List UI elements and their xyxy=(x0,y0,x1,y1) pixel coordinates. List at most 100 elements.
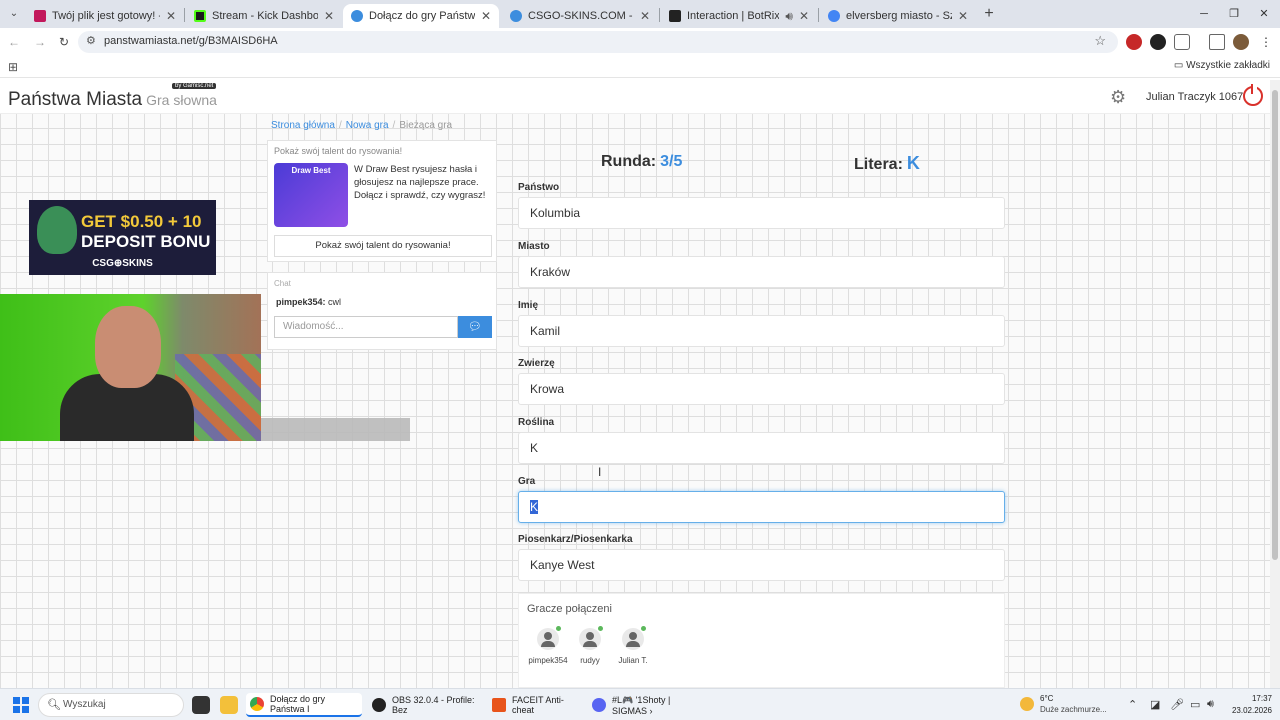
scrollbar-thumb[interactable] xyxy=(1272,90,1278,560)
chat-panel: Chat pimpek354: cwl Wiadomość... 💬︎ xyxy=(267,272,497,350)
user-name[interactable]: Julian Traczyk 1067 xyxy=(1146,91,1243,103)
task-view-icon[interactable] xyxy=(192,696,210,714)
minimize-icon[interactable]: ─ xyxy=(1196,6,1212,22)
taskbar-search[interactable]: 🔍︎ Wyszukaj xyxy=(38,693,184,717)
media-control-icon[interactable] xyxy=(1209,34,1225,50)
city-label: Miasto xyxy=(518,241,550,252)
close-window-icon[interactable]: ✕ xyxy=(1256,6,1272,22)
online-dot xyxy=(598,626,603,631)
extension-icon[interactable] xyxy=(1126,34,1142,50)
network-icon[interactable]: ▭ xyxy=(1190,698,1200,711)
brand-subtitle: Gra słowna xyxy=(146,92,217,108)
online-dot xyxy=(556,626,561,631)
weather-widget[interactable]: 6°C Duże zachmurze... xyxy=(1020,693,1120,717)
tab-divider xyxy=(659,8,660,22)
ad-character-image xyxy=(37,206,77,254)
chat-send-icon[interactable]: 💬︎ xyxy=(458,316,492,338)
game-field-selection: K xyxy=(530,500,539,514)
brand-title: Państwa Miasta xyxy=(8,89,143,110)
system-clock[interactable]: 17:37 23.02.2026 xyxy=(1228,693,1272,717)
taskbar-faceit[interactable]: FACEIT Anti-cheat xyxy=(488,693,584,717)
promo-text: W Draw Best rysujesz hasła i głosujesz n… xyxy=(354,164,486,201)
close-tab-icon[interactable]: ✕ xyxy=(481,9,491,23)
kick-favicon-icon xyxy=(194,10,206,22)
breadcrumb-new-game[interactable]: Nowa gra xyxy=(346,120,389,131)
tab-title: Dołącz do gry Państwa Miasta xyxy=(369,10,475,22)
tab-search-icon[interactable]: ⌄ xyxy=(6,6,22,22)
bookmark-star-icon[interactable]: ☆ xyxy=(1094,33,1106,49)
close-tab-icon[interactable]: ✕ xyxy=(799,9,809,23)
thumb-label: Draw Best xyxy=(291,166,331,175)
speaker-icon[interactable]: 🔊︎ xyxy=(785,9,793,24)
animal-field[interactable]: Krowa xyxy=(518,373,1005,405)
round-value: 3/5 xyxy=(660,153,683,170)
browser-menu-icon[interactable]: ⋮ xyxy=(1258,34,1274,50)
tab-botrix[interactable]: Interaction | BotRix — Clou 🔊︎ ✕ xyxy=(661,4,817,28)
site-logo[interactable]: Państwa Miasta Gra słowna xyxy=(8,89,217,111)
windows-taskbar: 🔍︎ Wyszukaj Dołącz do gry Państwa I OBS … xyxy=(0,688,1280,720)
user-avatar-icon xyxy=(622,626,646,650)
logout-power-icon[interactable] xyxy=(1243,84,1263,106)
draw-best-thumbnail[interactable]: Draw Best xyxy=(274,163,348,227)
country-field[interactable]: Kolumbia xyxy=(518,197,1005,229)
user-avatar-icon xyxy=(579,626,603,650)
tab-csgo-skins[interactable]: CSGO-SKINS.COM - Najlepsze ✕ xyxy=(502,4,658,28)
name-field[interactable]: Kamil xyxy=(518,315,1005,347)
city-field[interactable]: Kraków xyxy=(518,256,1005,288)
search-placeholder: Wyszukaj xyxy=(63,699,106,710)
game-field[interactable]: K xyxy=(518,491,1005,523)
close-tab-icon[interactable]: ✕ xyxy=(324,9,334,23)
forward-icon[interactable]: → xyxy=(32,34,48,50)
breadcrumb-current: Bieżąca gra xyxy=(399,120,453,131)
reload-icon[interactable]: ↻ xyxy=(56,34,72,50)
close-tab-icon[interactable]: ✕ xyxy=(640,9,650,23)
all-bookmarks-button[interactable]: ▭ Wszystkie zakładki xyxy=(1174,60,1270,71)
settings-gear-icon[interactable]: ⚙︎ xyxy=(1110,87,1126,108)
site-info-icon[interactable]: ⚙︎ xyxy=(86,34,96,47)
taskbar-chrome[interactable]: Dołącz do gry Państwa I xyxy=(246,693,362,717)
tray-chevron-icon[interactable]: ⌃ xyxy=(1128,698,1137,711)
close-tab-icon[interactable]: ✕ xyxy=(958,9,968,23)
tab-google[interactable]: elversberg miasto - Szukaj w Go ✕ xyxy=(820,4,976,28)
taskbar-discord[interactable]: #L🎮 '1Shoty | SIGMAS › xyxy=(588,693,704,717)
discord-icon xyxy=(592,698,606,712)
apps-grid-icon[interactable]: ⊞ xyxy=(8,60,18,74)
breadcrumb-home[interactable]: Strona główna xyxy=(271,120,335,131)
ad-line-1b: $0.50 + 10 xyxy=(120,212,202,231)
bookmarks-bar: ⊞ ▭ Wszystkie zakładki xyxy=(0,56,1280,78)
chat-input[interactable]: Wiadomość... xyxy=(274,316,458,338)
profile-avatar[interactable] xyxy=(1233,34,1249,50)
new-tab-icon[interactable]: + xyxy=(980,5,998,23)
country-label: Państwo xyxy=(518,182,560,193)
extension-icon[interactable] xyxy=(1150,34,1166,50)
volume-icon[interactable]: 🔊︎ xyxy=(1207,698,1214,711)
plant-field[interactable]: K xyxy=(518,432,1005,464)
maximize-icon[interactable]: ❐ xyxy=(1226,6,1242,22)
microphone-icon[interactable]: 🎤︎ xyxy=(1170,698,1184,711)
tab-strip: ⌄ Twój plik jest gotowy! - noTube ✕ Stre… xyxy=(0,0,1280,28)
tab-kick[interactable]: Stream - Kick Dashboard ✕ xyxy=(186,4,342,28)
clock-time: 17:37 xyxy=(1251,694,1272,703)
taskbar-obs[interactable]: OBS 32.0.4 - Profile: Bez xyxy=(368,693,484,717)
csgo-skins-ad[interactable]: GET $0.50 + 10 DEPOSIT BONU CSG⊕SKINS xyxy=(29,200,216,275)
weather-desc: Duże zachmurze... xyxy=(1040,705,1107,714)
tab-notube[interactable]: Twój plik jest gotowy! - noTube ✕ xyxy=(26,4,184,28)
notube-favicon-icon xyxy=(34,10,46,22)
ad-logo: CSG⊕SKINS xyxy=(92,258,153,269)
player-name: Julian T. xyxy=(618,656,648,665)
promo-button[interactable]: Pokaż swój talent do rysowania! xyxy=(274,235,492,257)
online-dot xyxy=(641,626,646,631)
back-icon[interactable]: ← xyxy=(6,34,22,50)
windows-start-icon[interactable] xyxy=(13,697,29,713)
file-explorer-icon[interactable] xyxy=(220,696,238,714)
tray-app-icon[interactable]: ◪ xyxy=(1150,698,1160,711)
close-tab-icon[interactable]: ✕ xyxy=(166,9,176,23)
page-scrollbar[interactable] xyxy=(1270,80,1280,688)
csgo-favicon-icon xyxy=(510,10,522,22)
chat-title: Chat xyxy=(274,279,291,288)
extensions-puzzle-icon[interactable] xyxy=(1174,34,1190,50)
singer-field[interactable]: Kanye West xyxy=(518,549,1005,581)
tab-panstwa-miasta[interactable]: Dołącz do gry Państwa Miasta ✕ xyxy=(343,4,499,28)
player-item: rudyy xyxy=(567,626,613,665)
address-bar[interactable]: ⚙︎ panstwamiasta.net/g/B3MAISD6HA ☆ xyxy=(78,31,1118,53)
